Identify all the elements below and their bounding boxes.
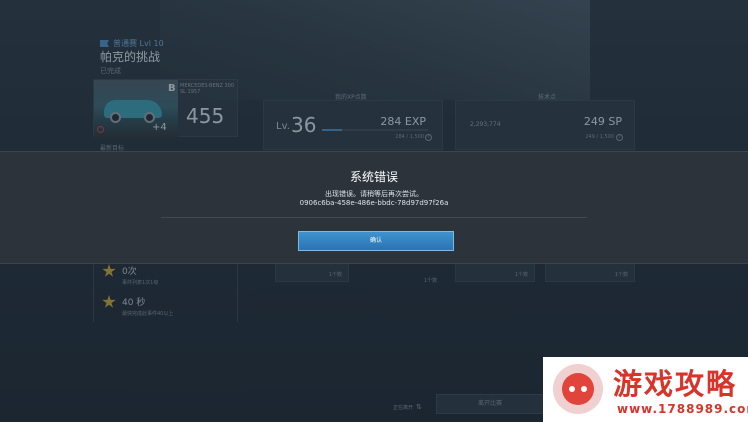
exp-unit: EXP <box>404 115 426 128</box>
car-image: +4 <box>94 80 178 138</box>
dialog-message: 出现错误。请稍等后再次尝试。 <box>325 190 423 198</box>
exp-value: 284 EXP <box>380 115 426 128</box>
car-upgrade-count: +4 <box>152 122 167 133</box>
dialog-divider <box>161 217 587 218</box>
event-status: 已完成 <box>100 67 121 75</box>
switch-icon: ⇅ <box>416 403 422 411</box>
watermark-title: 游戏攻略 <box>613 367 738 401</box>
car-card[interactable]: +4 B MERCEDES-BENZ 300 SL 1957 455 <box>93 79 238 138</box>
sp-value: 249 SP <box>584 115 622 128</box>
sp-total: 2,293,774 <box>470 121 501 128</box>
help-icon[interactable]: ? <box>425 134 432 141</box>
objective-value: 0次 <box>122 267 137 277</box>
flag-icon <box>100 40 109 47</box>
car-name: MERCEDES-BENZ 300 SL 1957 <box>180 83 235 95</box>
exp-detail: 284 / 1,500 <box>395 134 424 140</box>
reward-slot: 1个数 <box>275 262 349 282</box>
level-number: 36 <box>291 113 317 137</box>
leave-race-button[interactable]: 离开比赛 <box>436 394 544 414</box>
star-icon <box>102 264 116 277</box>
reward-slot: 1个数 <box>455 262 535 282</box>
switch-hint-label: 正在离开 <box>393 404 414 411</box>
logo-dot <box>569 386 575 392</box>
sp-panel: 2,293,774 249 SP 249 / 1,500 ? <box>455 100 635 150</box>
xp-progress-bar <box>322 129 428 131</box>
car-wheel-icon <box>110 112 121 123</box>
xp-panel: Lv. 36 284 EXP 284 / 1,500 ? <box>263 100 443 150</box>
confirm-button[interactable]: 确认 <box>298 231 454 251</box>
watermark-url: www.1788989.com <box>617 402 748 416</box>
logo-dot <box>581 386 587 392</box>
switch-hint: 正在离开 ⇅ <box>393 403 422 411</box>
sp-number: 249 <box>583 115 605 128</box>
sp-detail: 249 / 1,500 <box>585 134 614 140</box>
error-dialog: 系统错误 出现错误。请稍等后再次尝试。 0906c6ba-458e-486e-b… <box>0 151 748 264</box>
gamepad-logo-icon <box>553 364 603 414</box>
help-icon[interactable]: ? <box>616 134 623 141</box>
xp-progress-fill <box>322 129 343 131</box>
objective-value: 40 秒 <box>122 298 146 308</box>
exp-number: 284 <box>380 115 402 128</box>
logo-core <box>562 373 594 405</box>
record-icon <box>97 126 104 133</box>
reward-slot: 1个数 <box>545 262 635 282</box>
reward-caption: 1个数 <box>424 278 438 284</box>
sp-unit: SP <box>608 115 622 128</box>
watermark: 游戏攻略 www.1788989.com <box>543 357 748 422</box>
objective-item: 40 秒 最快完成此事件40以上 <box>102 295 173 317</box>
event-title: 帕克的挑战 <box>100 50 161 64</box>
car-class-badge: B <box>168 83 176 94</box>
objectives-list: 0次 事件列表1次1级 40 秒 最快完成此事件40以上 <box>93 262 238 322</box>
objective-desc: 最快完成此事件40以上 <box>122 311 174 317</box>
objective-item: 0次 事件列表1次1级 <box>102 264 158 286</box>
car-performance-index: 455 <box>186 104 225 128</box>
objective-desc: 事件列表1次1级 <box>122 280 159 286</box>
error-code: 0906c6ba-458e-486e-bbdc-78d97d97f26a <box>299 199 449 207</box>
dialog-title: 系统错误 <box>349 170 398 184</box>
star-icon <box>102 295 116 308</box>
level-label: Lv. <box>276 121 290 132</box>
